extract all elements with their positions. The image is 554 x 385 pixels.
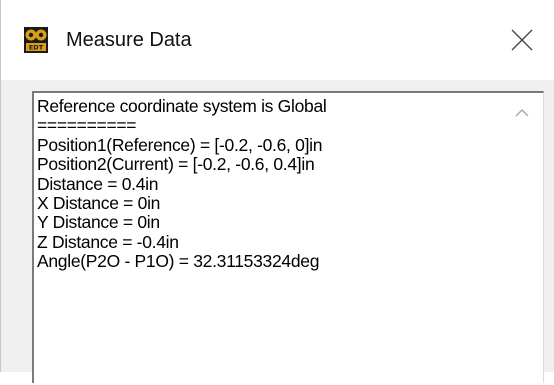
output-line: X Distance = 0in: [37, 192, 161, 213]
measure-output-textbox[interactable]: Reference coordinate system is Global ===…: [32, 91, 544, 385]
edt-logo-icon: EDT: [24, 27, 48, 53]
window-title: Measure Data: [66, 29, 192, 51]
output-line: Position2(Current) = [-0.2, -0.6, 0.4]in: [37, 154, 315, 175]
chevron-up-icon[interactable]: [514, 107, 530, 119]
output-line: Position1(Reference) = [-0.2, -0.6, 0]in: [37, 134, 323, 155]
dialog-body: Reference coordinate system is Global ===…: [1, 80, 554, 385]
close-icon[interactable]: [506, 24, 538, 56]
output-line: Angle(P2O - P1O) = 32.31153324deg: [37, 251, 320, 272]
measure-output-text: Reference coordinate system is Global ===…: [37, 96, 497, 272]
output-line: Distance = 0.4in: [37, 173, 159, 194]
output-line: ==========: [37, 115, 137, 136]
output-line: Y Distance = 0in: [37, 212, 160, 233]
svg-text:EDT: EDT: [29, 44, 44, 52]
output-line: Z Distance = -0.4in: [37, 231, 179, 252]
vertical-scrollbar[interactable]: [502, 93, 542, 385]
measure-data-window: EDT Measure Data Reference coordinate sy…: [0, 0, 554, 385]
output-line: Reference coordinate system is Global: [37, 96, 327, 116]
title-bar[interactable]: EDT Measure Data: [1, 0, 554, 80]
